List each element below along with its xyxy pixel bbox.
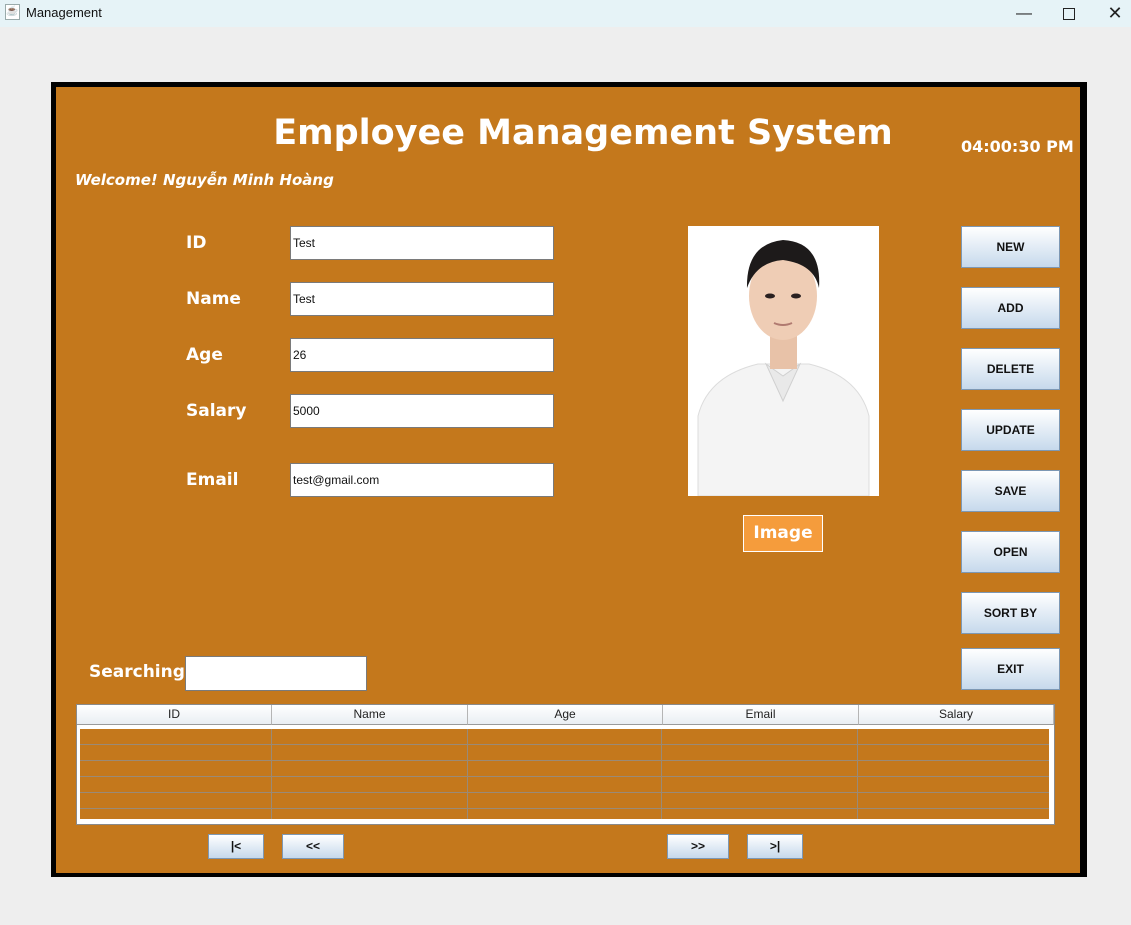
close-icon[interactable]: ✕ (1092, 0, 1131, 27)
employee-photo (688, 226, 879, 496)
last-page-button[interactable]: >| (747, 834, 803, 859)
update-button[interactable]: UPDATE (961, 409, 1060, 451)
column-divider (467, 729, 468, 819)
welcome-label: Welcome! Nguyễn Minh Hoàng (75, 171, 334, 189)
column-header-age[interactable]: Age (468, 705, 663, 725)
column-divider (857, 729, 858, 819)
table-row[interactable] (80, 729, 1049, 745)
table-row[interactable] (80, 793, 1049, 809)
search-input[interactable] (185, 656, 367, 691)
age-field[interactable] (290, 338, 554, 372)
id-label: ID (186, 233, 207, 253)
salary-field[interactable] (290, 394, 554, 428)
column-header-salary[interactable]: Salary (859, 705, 1054, 725)
delete-button[interactable]: DELETE (961, 348, 1060, 390)
page-title: Employee Management System (273, 113, 893, 153)
column-divider (661, 729, 662, 819)
open-button[interactable]: OPEN (961, 531, 1060, 573)
image-button[interactable]: Image (743, 515, 823, 552)
email-label: Email (186, 470, 239, 490)
clock-label: 04:00:30 PM (961, 137, 1074, 156)
table-row[interactable] (80, 745, 1049, 761)
main-panel: Employee Management System 04:00:30 PM W… (56, 87, 1080, 873)
maximize-icon[interactable] (1046, 0, 1092, 27)
table-row[interactable] (80, 761, 1049, 777)
next-page-button[interactable]: >> (667, 834, 729, 859)
table-header: ID Name Age Email Salary (77, 705, 1054, 725)
salary-label: Salary (186, 401, 247, 421)
add-button[interactable]: ADD (961, 287, 1060, 329)
employee-table[interactable]: ID Name Age Email Salary (76, 704, 1055, 825)
prev-page-button[interactable]: << (282, 834, 344, 859)
name-field[interactable] (290, 282, 554, 316)
name-label: Name (186, 289, 241, 309)
table-row[interactable] (80, 777, 1049, 793)
column-header-email[interactable]: Email (663, 705, 859, 725)
exit-button[interactable]: EXIT (961, 648, 1060, 690)
column-header-name[interactable]: Name (272, 705, 468, 725)
first-page-button[interactable]: |< (208, 834, 264, 859)
main-frame: Employee Management System 04:00:30 PM W… (51, 82, 1087, 877)
sort-by-button[interactable]: SORT BY (961, 592, 1060, 634)
window-title: Management (26, 5, 102, 20)
column-header-id[interactable]: ID (77, 705, 272, 725)
window-titlebar: ☕ Management — ✕ (0, 0, 1131, 27)
column-divider (271, 729, 272, 819)
save-button[interactable]: SAVE (961, 470, 1060, 512)
age-label: Age (186, 345, 223, 365)
table-body[interactable] (80, 729, 1049, 819)
id-field[interactable] (290, 226, 554, 260)
email-field[interactable] (290, 463, 554, 497)
new-button[interactable]: NEW (961, 226, 1060, 268)
person-portrait-icon (688, 226, 879, 496)
search-label: Searching (89, 662, 185, 682)
java-coffee-icon: ☕ (5, 4, 20, 20)
minimize-icon[interactable]: — (1001, 0, 1047, 27)
